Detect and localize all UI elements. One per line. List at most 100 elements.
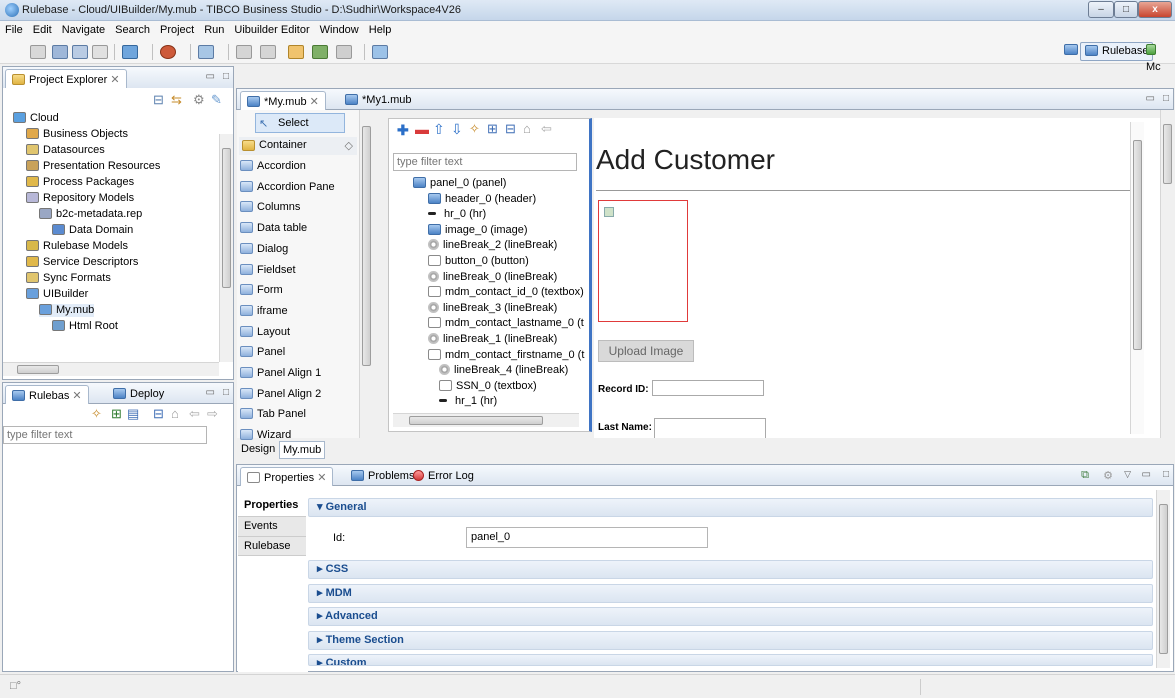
- minimize-view-icon[interactable]: ▭: [206, 71, 215, 82]
- close-tab-icon[interactable]: ✕: [110, 74, 119, 86]
- project-explorer-hscroll[interactable]: [3, 362, 219, 376]
- minimize-editor-icon[interactable]: ▭: [1146, 93, 1155, 104]
- menu-project[interactable]: Project: [155, 21, 199, 36]
- pin-icon[interactable]: ⧉: [1081, 469, 1089, 482]
- save-icon[interactable]: [52, 45, 68, 59]
- outline-item[interactable]: lineBreak_4 (lineBreak): [439, 364, 568, 377]
- record-id-input[interactable]: [652, 380, 764, 396]
- tab-properties[interactable]: Properties ✕: [240, 467, 334, 487]
- property-section[interactable]: ▸ Theme Section: [308, 630, 1153, 650]
- close-properties-icon[interactable]: ✕: [317, 472, 326, 484]
- save-all-icon[interactable]: [72, 45, 88, 59]
- palette-item[interactable]: Fieldset: [237, 260, 357, 280]
- maximize-properties-icon[interactable]: □: [1163, 469, 1169, 480]
- minimize-rulebas-icon[interactable]: ▭: [206, 387, 215, 398]
- outline-item[interactable]: header_0 (header): [428, 192, 536, 206]
- palette-item[interactable]: Panel Align 2: [237, 384, 357, 404]
- tab-my-mub[interactable]: *My.mub ✕: [240, 91, 326, 111]
- canvas-heading[interactable]: Add Customer: [596, 144, 775, 176]
- wizard-icon[interactable]: [122, 45, 138, 59]
- rulebase-add-icon[interactable]: ✧: [91, 406, 102, 422]
- menu-search[interactable]: Search: [110, 21, 155, 36]
- outline-item[interactable]: lineBreak_0 (lineBreak): [428, 270, 557, 284]
- outline-item[interactable]: mdm_contact_firstname_0 (t: [428, 348, 584, 362]
- property-section[interactable]: ▸ MDM: [308, 583, 1153, 603]
- palette-item[interactable]: Accordion: [237, 156, 357, 176]
- project-explorer-vscroll[interactable]: [219, 134, 233, 362]
- drawer-toggle-icon[interactable]: ◇: [345, 139, 353, 152]
- collapse-all-icon[interactable]: ⊟: [153, 92, 164, 108]
- tree-item[interactable]: Cloud: [13, 112, 59, 125]
- menu-edit[interactable]: Edit: [28, 21, 57, 36]
- add-icon[interactable]: ✚: [397, 122, 409, 139]
- new-icon[interactable]: [30, 45, 46, 59]
- palette-container-drawer[interactable]: Container ◇: [239, 137, 357, 155]
- back-icon[interactable]: [312, 45, 328, 59]
- palette-item[interactable]: Panel: [237, 342, 357, 362]
- run-icon[interactable]: [160, 45, 176, 59]
- side-tab-events[interactable]: Events: [238, 516, 306, 536]
- palette-vthumb[interactable]: [362, 126, 371, 366]
- prev-annotation-icon[interactable]: [260, 45, 276, 59]
- project-explorer-tab[interactable]: Project Explorer ✕: [5, 69, 127, 89]
- palette-item[interactable]: Data table: [237, 218, 357, 238]
- link-editor-icon[interactable]: ⇆: [171, 92, 182, 108]
- last-edit-icon[interactable]: [288, 45, 304, 59]
- menu-navigate[interactable]: Navigate: [57, 21, 110, 36]
- outline-item[interactable]: button_0 (button): [428, 255, 529, 268]
- outline-item[interactable]: hr_1 (hr): [439, 395, 497, 408]
- properties-vscroll[interactable]: [1156, 490, 1170, 668]
- back-arrow-icon[interactable]: ⇦: [541, 121, 552, 137]
- properties-vthumb[interactable]: [1159, 504, 1168, 654]
- palette-vscroll[interactable]: [359, 110, 373, 438]
- expand-all-icon[interactable]: ⊞: [487, 121, 498, 137]
- property-section[interactable]: ▸ Advanced: [308, 607, 1153, 626]
- palette-item[interactable]: Tab Panel: [237, 404, 357, 424]
- properties-menu-icon[interactable]: ⚙: [1103, 469, 1113, 482]
- tree-item[interactable]: Presentation Resources: [26, 160, 160, 173]
- canvas-vscroll[interactable]: [1130, 122, 1144, 434]
- outline-item[interactable]: lineBreak_1 (lineBreak): [428, 333, 557, 346]
- rulebase-folder-icon[interactable]: ▤: [127, 406, 139, 422]
- maximize-view-icon[interactable]: □: [223, 71, 229, 82]
- outline-item[interactable]: lineBreak_2 (lineBreak): [428, 239, 557, 252]
- menu-file[interactable]: File: [0, 21, 28, 36]
- view-menu-icon[interactable]: ▽: [1124, 469, 1131, 480]
- move-down-icon[interactable]: ⇩: [451, 121, 463, 138]
- outline-item[interactable]: lineBreak_3 (lineBreak): [428, 301, 557, 315]
- editor-outer-vthumb[interactable]: [1163, 124, 1172, 184]
- image-placeholder[interactable]: [598, 200, 688, 322]
- tab-my1-mub[interactable]: *My1.mub: [339, 91, 418, 111]
- palette-item[interactable]: Dialog: [237, 239, 357, 259]
- palette-item[interactable]: Columns: [237, 197, 357, 217]
- outline-filter-input[interactable]: [393, 153, 577, 171]
- rulebase-forward-icon[interactable]: ⇨: [207, 406, 218, 422]
- close-rulebas-icon[interactable]: ✕: [72, 390, 81, 402]
- tree-item[interactable]: Repository Models: [26, 192, 134, 205]
- tree-item[interactable]: UIBuilder: [26, 288, 88, 301]
- forward-icon[interactable]: [336, 45, 352, 59]
- outline-item[interactable]: panel_0 (panel): [413, 177, 506, 190]
- design-tab[interactable]: Design: [241, 443, 275, 455]
- property-section[interactable]: ▸ CSS: [308, 560, 1153, 579]
- edit-tool-icon[interactable]: [198, 45, 214, 59]
- menu-run[interactable]: Run: [199, 21, 229, 36]
- upload-image-button[interactable]: Upload Image: [598, 340, 694, 362]
- outline-hscroll[interactable]: [393, 413, 579, 427]
- tree-item[interactable]: My.mub: [39, 304, 95, 317]
- tree-item[interactable]: Business Objects: [26, 128, 128, 141]
- rulebase-expand-icon[interactable]: ⊞: [111, 406, 122, 422]
- general-section[interactable]: ▾ General: [308, 498, 1153, 517]
- outline-item[interactable]: mdm_contact_lastname_0 (t: [428, 317, 584, 330]
- tree-item[interactable]: b2c-metadata.rep: [39, 208, 142, 221]
- close-button[interactable]: x: [1138, 1, 1172, 18]
- tree-item[interactable]: Html Root: [52, 320, 118, 333]
- rulebase-back-icon[interactable]: ⇦: [189, 406, 200, 422]
- action-icon[interactable]: ✧: [469, 121, 480, 137]
- id-input[interactable]: panel_0: [466, 527, 708, 548]
- palette-item[interactable]: Accordion Pane: [237, 177, 357, 197]
- palette-select[interactable]: Select: [255, 113, 345, 133]
- maximize-button[interactable]: □: [1114, 1, 1138, 18]
- scroll-thumb[interactable]: [222, 148, 231, 288]
- tree-item[interactable]: Data Domain: [52, 224, 133, 237]
